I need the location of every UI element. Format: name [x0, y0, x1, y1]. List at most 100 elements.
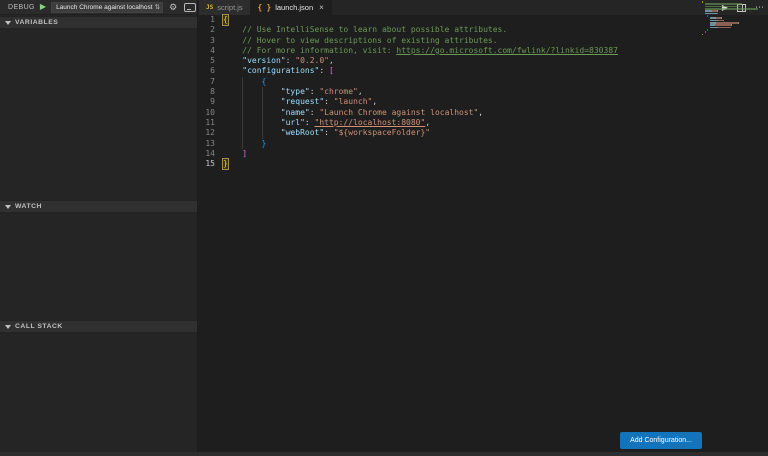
indent-guide [242, 87, 261, 97]
code-line: 5"version": "0.2.0", [199, 56, 768, 66]
code-link[interactable]: "http://localhost:8080" [315, 118, 426, 128]
line-number[interactable]: 8 [199, 87, 215, 97]
section-label: WATCH [15, 203, 42, 210]
indent-guide [262, 128, 281, 138]
code-line: 4 // For more information, visit: https:/… [199, 46, 768, 56]
line-number[interactable]: 14 [199, 149, 215, 159]
section-label: CALL STACK [15, 323, 63, 330]
minimap-mark [718, 27, 732, 29]
code-token: "launch" [334, 97, 373, 107]
code-token: , [372, 97, 377, 107]
indent-guide [223, 66, 242, 76]
indent-guide [223, 36, 242, 46]
configure-gear-icon[interactable]: ⚙ [169, 3, 177, 12]
indent-guide [223, 97, 242, 107]
code-token: // Use IntelliSense to learn about possi… [242, 25, 507, 35]
minimap-mark [726, 8, 757, 10]
line-number[interactable]: 3 [199, 36, 215, 46]
line-number[interactable]: 10 [199, 108, 215, 118]
minimap-mark [738, 22, 739, 24]
code-token: } [223, 159, 228, 169]
line-number[interactable]: 2 [199, 25, 215, 35]
chevron-down-icon [5, 205, 11, 209]
code-line: 2 // Use IntelliSense to learn about poss… [199, 25, 768, 35]
code-token: "url" [281, 118, 305, 128]
code-line: 15} [199, 159, 768, 169]
line-number[interactable]: 11 [199, 118, 215, 128]
line-number[interactable]: 6 [199, 66, 215, 76]
indent-guide [223, 77, 242, 87]
line-number[interactable]: 15 [199, 159, 215, 169]
minimap-mark [717, 13, 718, 15]
code-token: "configurations" [242, 66, 319, 76]
indent-guide [223, 108, 242, 118]
code-editor[interactable]: 1{2// Use IntelliSense to learn about po… [199, 15, 768, 452]
code-token: , [425, 118, 430, 128]
editor-area: JS script.js { } launch.json × ▶ ⋯ 1{2//… [199, 0, 768, 456]
tab-label: launch.json [275, 3, 313, 12]
code-line: 12"webRoot": "${workspaceFolder}" [199, 128, 768, 138]
indent-guide [242, 77, 261, 87]
code-token: "request" [281, 97, 324, 107]
code-token: "webRoot" [281, 128, 324, 138]
code-token: ] [242, 149, 247, 159]
minimap-mark [707, 29, 708, 31]
call-stack-section-header[interactable]: CALL STACK [0, 320, 197, 333]
code-line: 10"name": "Launch Chrome against localho… [199, 108, 768, 118]
tab-script-js[interactable]: JS script.js [199, 0, 251, 15]
start-debugging-icon[interactable]: ▶ [40, 3, 46, 11]
variables-section-header[interactable]: VARIABLES [0, 16, 197, 29]
chevron-down-icon [5, 325, 11, 329]
minimap-line [702, 34, 762, 36]
line-number[interactable]: 5 [199, 56, 215, 66]
indent-guide [223, 87, 242, 97]
code-token: , [329, 56, 334, 66]
editor-tab-bar: JS script.js { } launch.json × ▶ ⋯ [199, 0, 768, 15]
code-token: : [310, 87, 320, 97]
minimap[interactable] [702, 1, 762, 36]
code-token: : [286, 56, 296, 66]
indent-guide [242, 128, 261, 138]
code-token: : [319, 66, 329, 76]
line-number[interactable]: 7 [199, 77, 215, 87]
code-token: , [358, 87, 363, 97]
line-number[interactable]: 4 [199, 46, 215, 56]
chevron-down-icon [5, 21, 11, 25]
indent-guide [262, 118, 281, 128]
code-token: "${workspaceFolder}" [334, 128, 430, 138]
indent-guide [223, 128, 242, 138]
indent-guide [242, 108, 261, 118]
code-line: 7{ [199, 77, 768, 87]
indent-guide [262, 108, 281, 118]
minimap-mark [702, 34, 703, 36]
indent-guide [223, 118, 242, 128]
line-number[interactable]: 12 [199, 128, 215, 138]
add-configuration-button[interactable]: Add Configuration... [620, 432, 702, 449]
code-link[interactable]: https://go.microsoft.com/fwlink/?linkid=… [396, 46, 618, 56]
code-line: 11 "url": "http://localhost:8080", [199, 118, 768, 128]
tab-launch-json[interactable]: { } launch.json × [251, 0, 332, 15]
code-token: } [262, 139, 267, 149]
debug-config-dropdown[interactable]: Launch Chrome against localhost ( ⇅ [51, 2, 163, 13]
debug-toolbar: DEBUG ▶ Launch Chrome against localhost … [0, 0, 197, 15]
debug-panel-title: DEBUG [8, 4, 35, 11]
code-line: 9"request": "launch", [199, 97, 768, 107]
debug-console-icon[interactable] [184, 3, 196, 12]
line-number[interactable]: 13 [199, 139, 215, 149]
close-tab-icon[interactable]: × [319, 3, 324, 12]
code-line: 1{ [199, 15, 768, 25]
code-token: // For more information, visit: [242, 46, 396, 56]
watch-section-header[interactable]: WATCH [0, 200, 197, 213]
indent-guide [242, 97, 261, 107]
json-braces-icon: { } [258, 3, 272, 12]
line-number[interactable]: 1 [199, 15, 215, 25]
code-token: "version" [242, 56, 285, 66]
indent-guide [242, 118, 261, 128]
line-number[interactable]: 9 [199, 97, 215, 107]
debug-sidebar: DEBUG ▶ Launch Chrome against localhost … [0, 0, 198, 456]
code-token: : [305, 118, 315, 128]
code-token: { [223, 15, 228, 25]
code-token: , [478, 108, 483, 118]
code-line: 8"type": "chrome", [199, 87, 768, 97]
code-line: 14] [199, 149, 768, 159]
